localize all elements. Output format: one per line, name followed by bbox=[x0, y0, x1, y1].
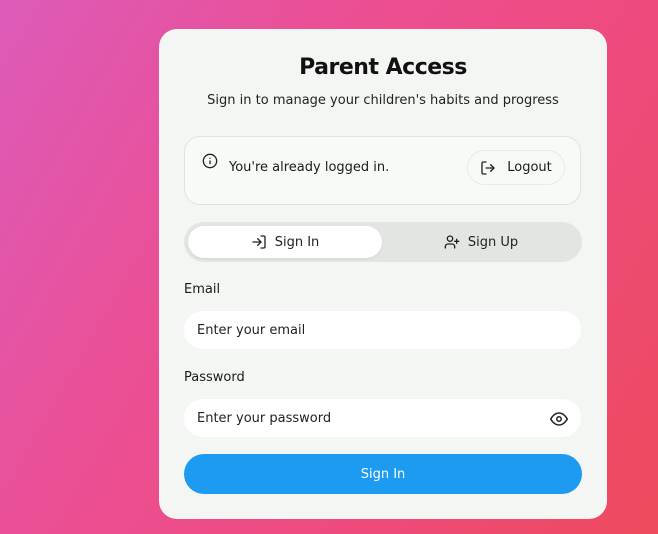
login-card: Parent Access Sign in to manage your chi… bbox=[159, 29, 607, 519]
user-plus-icon bbox=[444, 235, 460, 249]
auth-tabs: Sign In Sign Up bbox=[184, 222, 582, 262]
already-logged-in-notice: You're already logged in. Logout bbox=[184, 136, 581, 205]
eye-icon[interactable] bbox=[550, 410, 568, 428]
logged-in-message: You're already logged in. bbox=[229, 160, 390, 175]
sign-in-submit-button[interactable]: Sign In bbox=[184, 454, 582, 494]
tab-sign-up[interactable]: Sign Up bbox=[384, 226, 578, 258]
logout-label: Logout bbox=[507, 160, 552, 175]
info-icon bbox=[202, 153, 218, 169]
logout-button[interactable]: Logout bbox=[467, 150, 565, 185]
email-label: Email bbox=[184, 282, 221, 297]
page-title: Parent Access bbox=[299, 55, 467, 80]
tab-sign-up-label: Sign Up bbox=[467, 234, 519, 250]
email-field[interactable] bbox=[184, 311, 581, 349]
sign-in-icon bbox=[252, 235, 266, 249]
password-label: Password bbox=[184, 370, 245, 385]
tab-sign-in-label: Sign In bbox=[274, 234, 320, 250]
password-field[interactable] bbox=[184, 399, 581, 437]
page-subtitle: Sign in to manage your children's habits… bbox=[207, 93, 559, 108]
logout-icon bbox=[481, 160, 495, 175]
tab-sign-in[interactable]: Sign In bbox=[188, 226, 382, 258]
